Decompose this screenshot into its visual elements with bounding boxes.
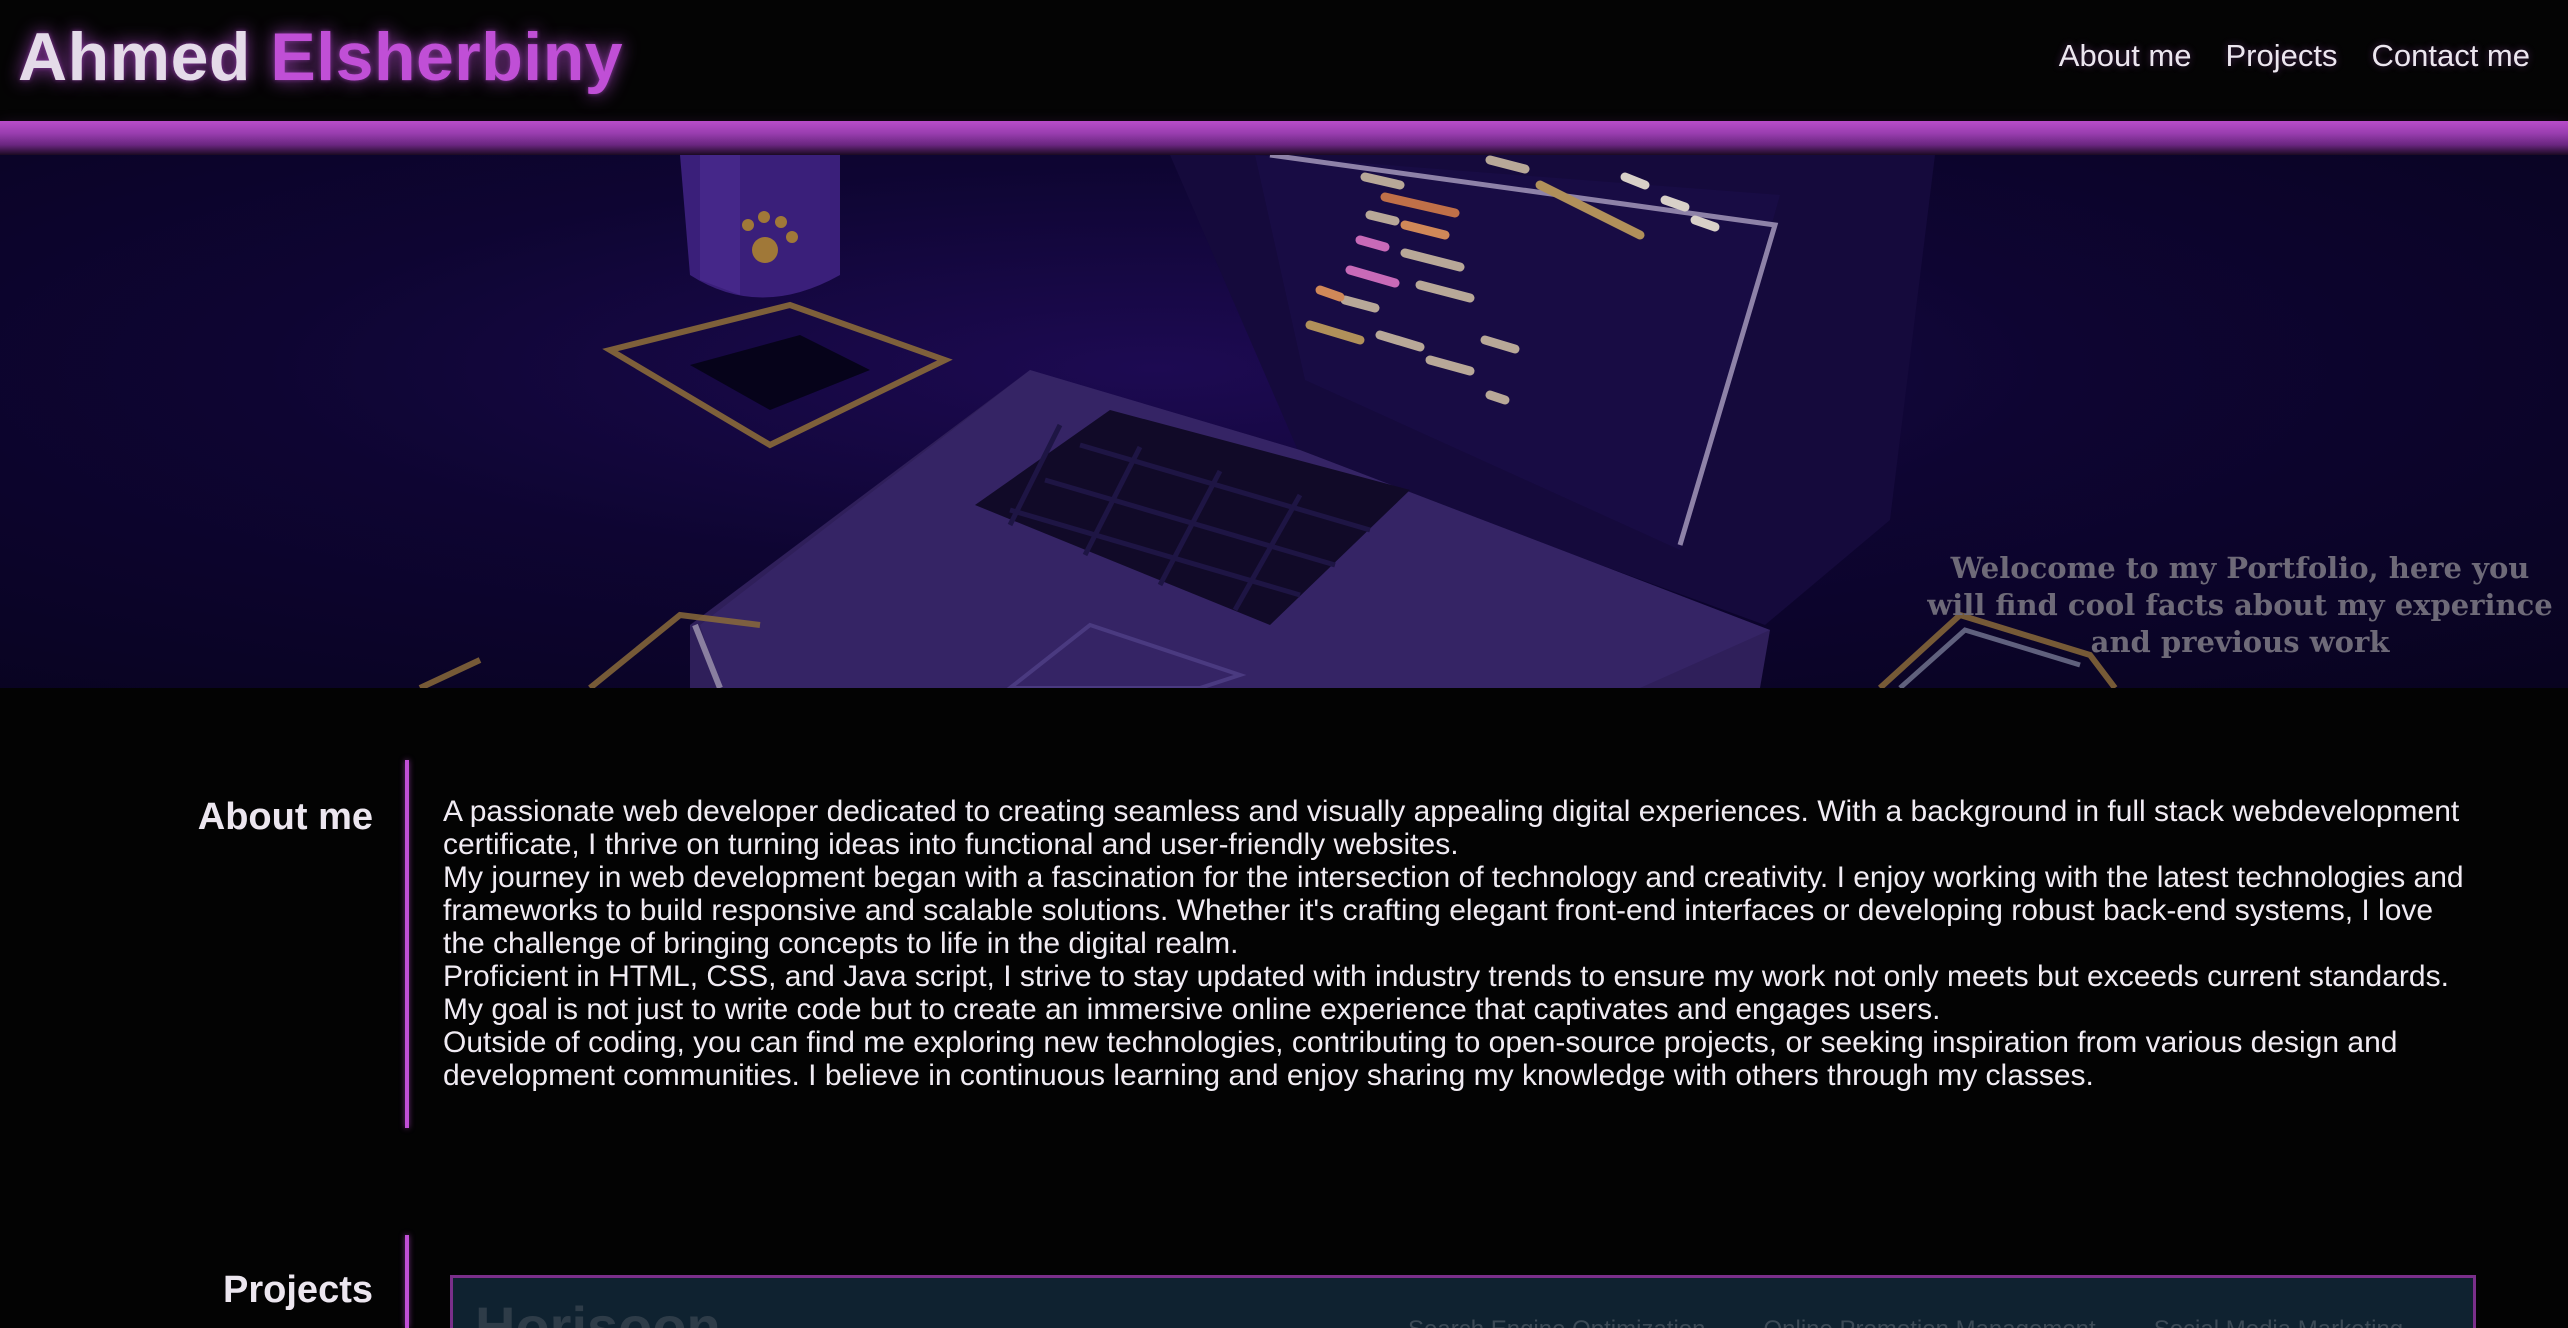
- hero-welcome-text: Welocome to my Portfolio, here you will …: [1927, 551, 2553, 659]
- about-divider: [405, 760, 409, 1128]
- logo-last-name: Elsherbiny: [270, 19, 624, 95]
- logo-first-name: Ahmed: [18, 19, 251, 95]
- project-card-tags: Search Engine Optimization Online Promot…: [1408, 1316, 2403, 1328]
- hero-banner: Welocome to my Portfolio, here you will …: [0, 155, 2568, 688]
- nav-link-projects[interactable]: Projects: [2226, 38, 2338, 74]
- nav-link-contact[interactable]: Contact me: [2371, 38, 2530, 74]
- project-tag: Online Promotion Management: [1764, 1316, 2096, 1328]
- nav-link-about[interactable]: About me: [2059, 38, 2192, 74]
- about-paragraph-2: My journey in web development began with…: [443, 861, 2464, 960]
- top-navbar: Ahmed Elsherbiny About me Projects Conta…: [0, 0, 2568, 121]
- project-card-title: Horisoon: [475, 1295, 721, 1328]
- main-nav: About me Projects Contact me: [2059, 38, 2530, 74]
- projects-divider: [405, 1235, 409, 1328]
- about-paragraph-1: A passionate web developer dedicated to …: [443, 795, 2460, 861]
- project-tag: Search Engine Optimization: [1408, 1316, 1706, 1328]
- header-accent-bar: [0, 121, 2568, 155]
- about-section-title: About me: [197, 796, 373, 838]
- about-paragraph-3: Proficient in HTML, CSS, and Java script…: [443, 960, 2449, 1026]
- site-logo[interactable]: Ahmed Elsherbiny: [18, 18, 623, 96]
- about-text: A passionate web developer dedicated to …: [443, 795, 2473, 1092]
- project-card[interactable]: Horisoon Search Engine Optimization Onli…: [450, 1275, 2476, 1328]
- about-paragraph-4: Outside of coding, you can find me explo…: [443, 1026, 2398, 1092]
- project-tag: Social Media Marketing: [2154, 1316, 2403, 1328]
- projects-section-title: Projects: [223, 1269, 373, 1311]
